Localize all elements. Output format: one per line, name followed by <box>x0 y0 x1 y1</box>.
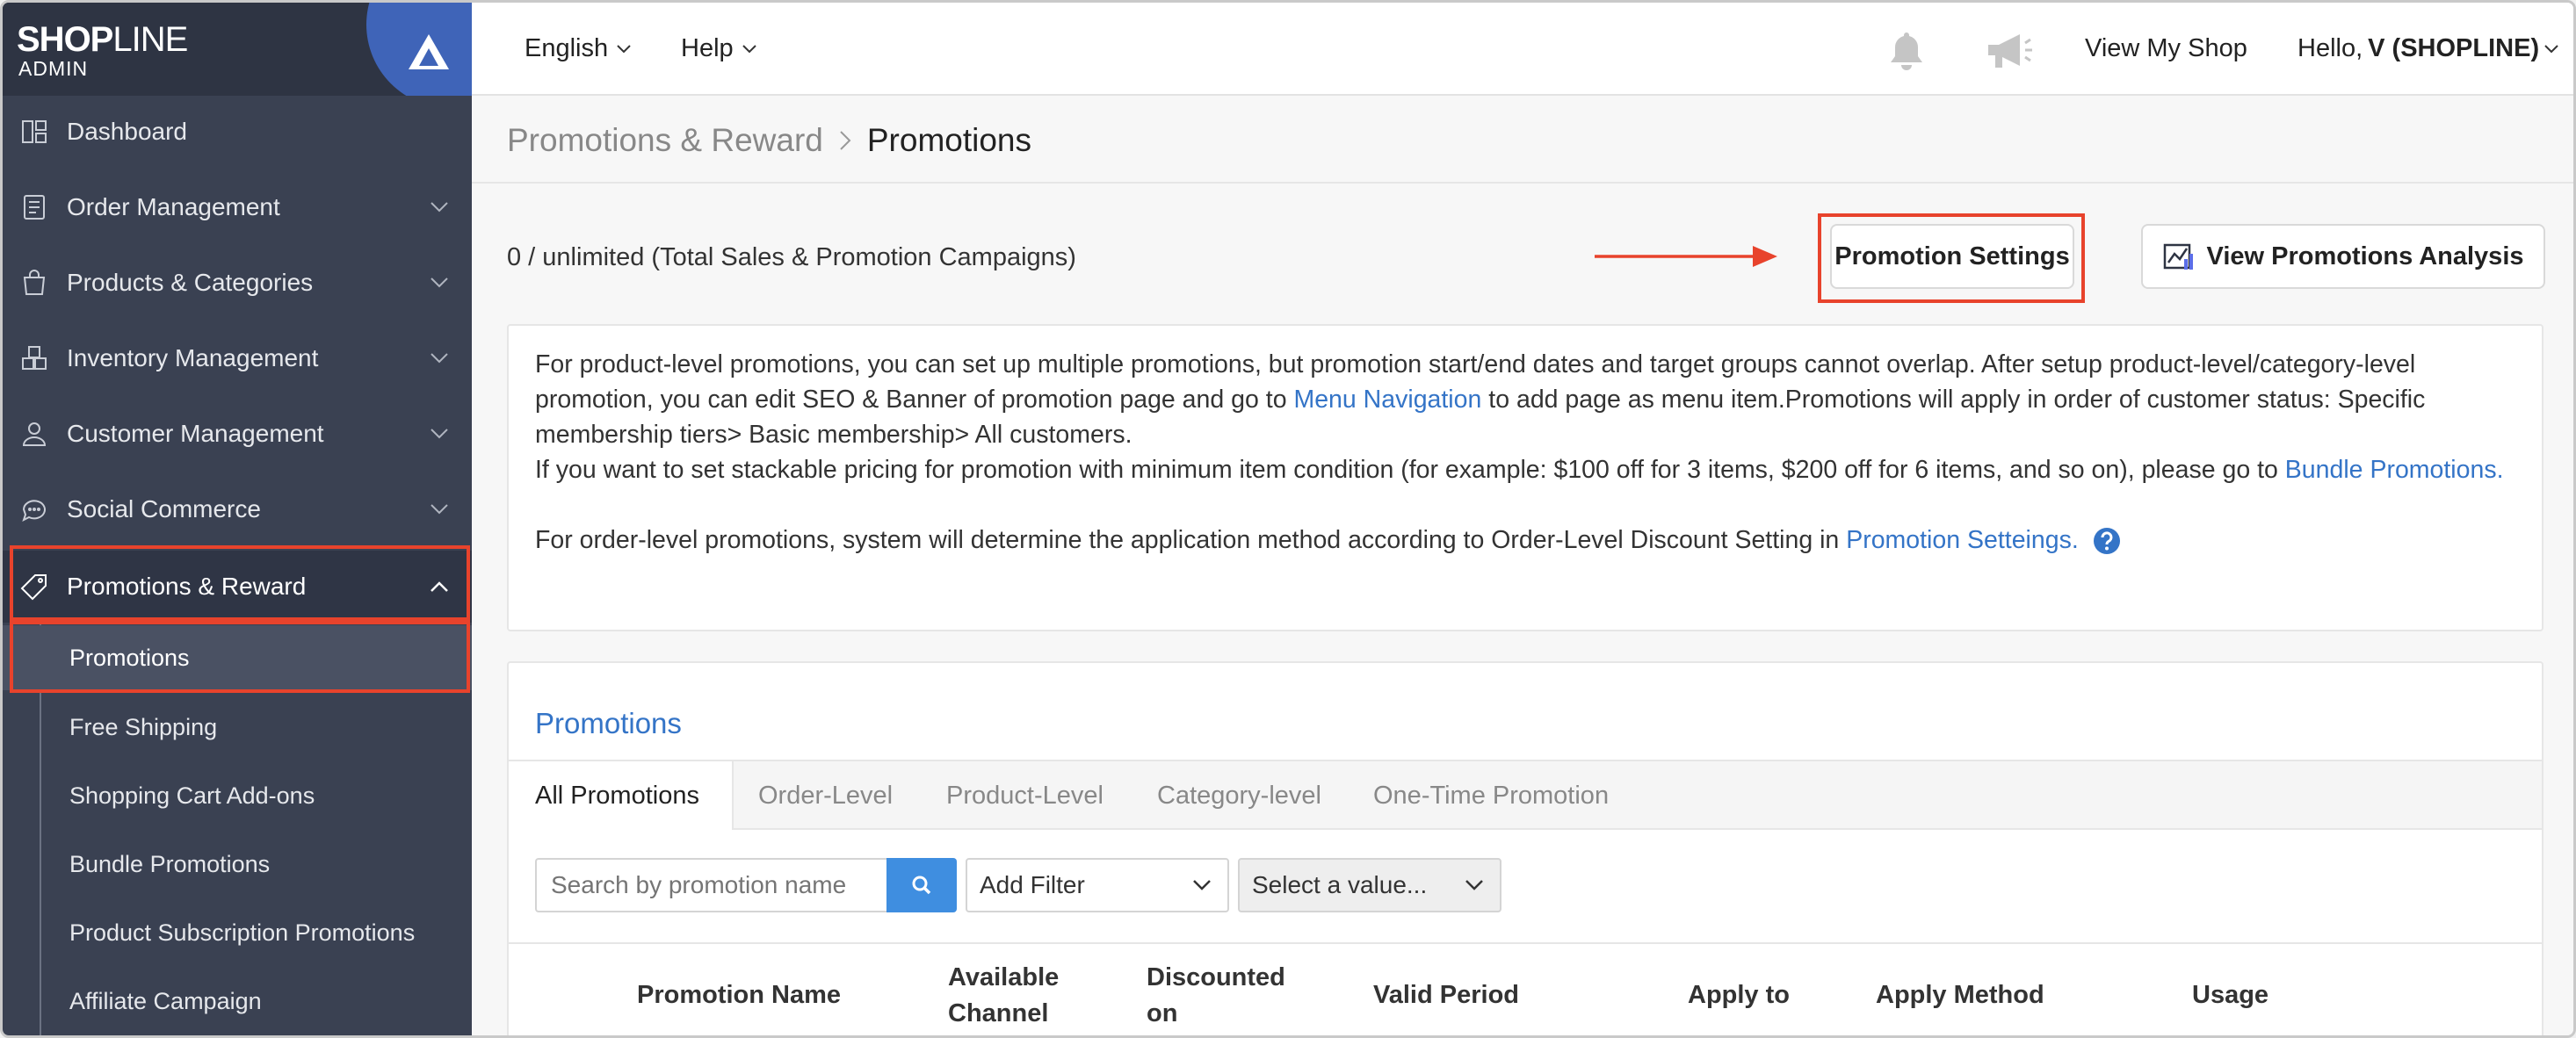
sidebar-subitem-subscription[interactable]: Product Subscription Promotions <box>3 900 472 965</box>
megaphone-icon[interactable] <box>1985 29 2034 73</box>
dashboard-icon <box>22 120 47 143</box>
top-bar: English Help View My Shop Hello, V (SHOP… <box>472 3 2573 96</box>
highlight-box-menu <box>10 545 470 621</box>
order-icon <box>24 195 45 220</box>
tab-order-level[interactable]: Order-Level <box>758 761 893 830</box>
sidebar-item-products[interactable]: Products & Categories <box>3 247 472 319</box>
breadcrumb-parent[interactable]: Promotions & Reward <box>507 122 823 159</box>
logo-text: SHOPLINE <box>17 20 188 59</box>
view-my-shop-link[interactable]: View My Shop <box>2085 34 2247 63</box>
column-apply-method[interactable]: Apply Method <box>1876 977 2044 1013</box>
column-discounted-on[interactable]: Discounted on <box>1147 960 1305 1032</box>
logo-bar[interactable]: SHOPLINE ADMIN <box>3 3 472 96</box>
search-input[interactable] <box>535 858 886 912</box>
info-paragraph-2: If you want to set stackable pricing for… <box>535 456 2504 484</box>
help-dropdown[interactable]: Help <box>681 34 756 63</box>
user-menu[interactable]: Hello, V (SHOPLINE) <box>2297 34 2558 63</box>
view-promotions-analysis-button[interactable]: View Promotions Analysis <box>2141 224 2545 289</box>
analytics-icon <box>2163 243 2193 270</box>
inventory-icon <box>22 346 47 370</box>
column-usage[interactable]: Usage <box>2192 977 2268 1013</box>
chevron-down-icon <box>431 504 448 515</box>
highlight-box-submenu <box>10 621 470 693</box>
column-promotion-name[interactable]: Promotion Name <box>637 977 841 1013</box>
add-filter-select[interactable]: Add Filter <box>966 858 1229 912</box>
info-paragraph-3: For order-level promotions, system will … <box>535 523 2515 558</box>
breadcrumb-current: Promotions <box>866 122 1032 158</box>
bell-icon[interactable] <box>1886 29 1927 73</box>
logo-sub: ADMIN <box>18 57 89 80</box>
chevron-down-icon <box>431 429 448 439</box>
sidebar-item-dashboard[interactable]: Dashboard <box>3 96 472 168</box>
customer-icon <box>22 422 47 446</box>
chevron-down-icon <box>431 202 448 213</box>
sidebar-item-social-commerce[interactable]: Social Commerce <box>3 473 472 545</box>
promotions-panel: Promotions All Promotions Order-Level Pr… <box>507 661 2543 1035</box>
chevron-down-icon <box>617 44 631 53</box>
tab-all-promotions[interactable]: All Promotions <box>509 761 734 830</box>
sidebar-subitem-bundle[interactable]: Bundle Promotions <box>3 832 472 897</box>
chevron-down-icon <box>1465 880 1483 890</box>
sidebar-item-order-management[interactable]: Order Management <box>3 171 472 243</box>
table-header: Promotion Name Available Channel Discoun… <box>509 942 2542 1035</box>
column-valid-period[interactable]: Valid Period <box>1373 977 1519 1013</box>
question-icon[interactable] <box>2093 527 2121 555</box>
column-apply-to[interactable]: Apply to <box>1688 977 1790 1013</box>
highlight-box-settings <box>1818 213 2085 303</box>
tab-product-level[interactable]: Product-Level <box>946 761 1103 830</box>
chevron-right-icon <box>840 131 851 150</box>
tab-category-level[interactable]: Category-level <box>1157 761 1321 830</box>
tab-one-time-promotion[interactable]: One-Time Promotion <box>1373 761 1609 830</box>
promotion-tabs: All Promotions Order-Level Product-Level… <box>509 760 2542 830</box>
sidebar-subitem-cart-addons[interactable]: Shopping Cart Add-ons <box>3 763 472 828</box>
promotions-title: Promotions <box>535 707 682 739</box>
app-window: SHOPLINE ADMIN Dashboard Order Managemen… <box>0 0 2576 1038</box>
chevron-down-icon <box>431 278 448 288</box>
shopline-logo-icon <box>409 34 449 69</box>
header-divider <box>472 182 2573 184</box>
sidebar-subitem-affiliate[interactable]: Affiliate Campaign <box>3 969 472 1034</box>
arrow-right-icon <box>1595 246 1777 267</box>
promotion-settings-link[interactable]: Promotion Setteings. <box>1846 526 2079 554</box>
chevron-down-icon <box>1193 880 1211 890</box>
breadcrumb: Promotions & Reward Promotions <box>507 122 1031 159</box>
sidebar-item-customer[interactable]: Customer Management <box>3 398 472 470</box>
bundle-promotions-link[interactable]: Bundle Promotions. <box>2285 456 2504 484</box>
search-button[interactable] <box>886 858 957 912</box>
chevron-down-icon <box>2544 44 2558 53</box>
select-value-dropdown[interactable]: Select a value... <box>1238 858 1501 912</box>
info-notice: For product-level promotions, you can se… <box>507 324 2543 631</box>
campaign-count: 0 / unlimited (Total Sales & Promotion C… <box>507 243 1076 271</box>
chat-icon <box>22 500 46 522</box>
column-available-channel[interactable]: Available Channel <box>948 960 1080 1032</box>
chevron-down-icon <box>431 353 448 364</box>
sidebar-subitem-free-shipping[interactable]: Free Shipping <box>3 695 472 760</box>
shopping-bag-icon <box>23 270 46 295</box>
search-icon <box>912 876 931 895</box>
language-dropdown[interactable]: English <box>525 34 631 63</box>
info-paragraph-1: For product-level promotions, you can se… <box>535 350 2426 449</box>
sidebar-item-inventory[interactable]: Inventory Management <box>3 322 472 394</box>
main-content: Promotions & Reward Promotions 0 / unlim… <box>472 96 2573 1035</box>
sidebar: SHOPLINE ADMIN Dashboard Order Managemen… <box>3 3 472 1035</box>
chevron-down-icon <box>742 44 756 53</box>
menu-navigation-link[interactable]: Menu Navigation <box>1293 386 1481 414</box>
